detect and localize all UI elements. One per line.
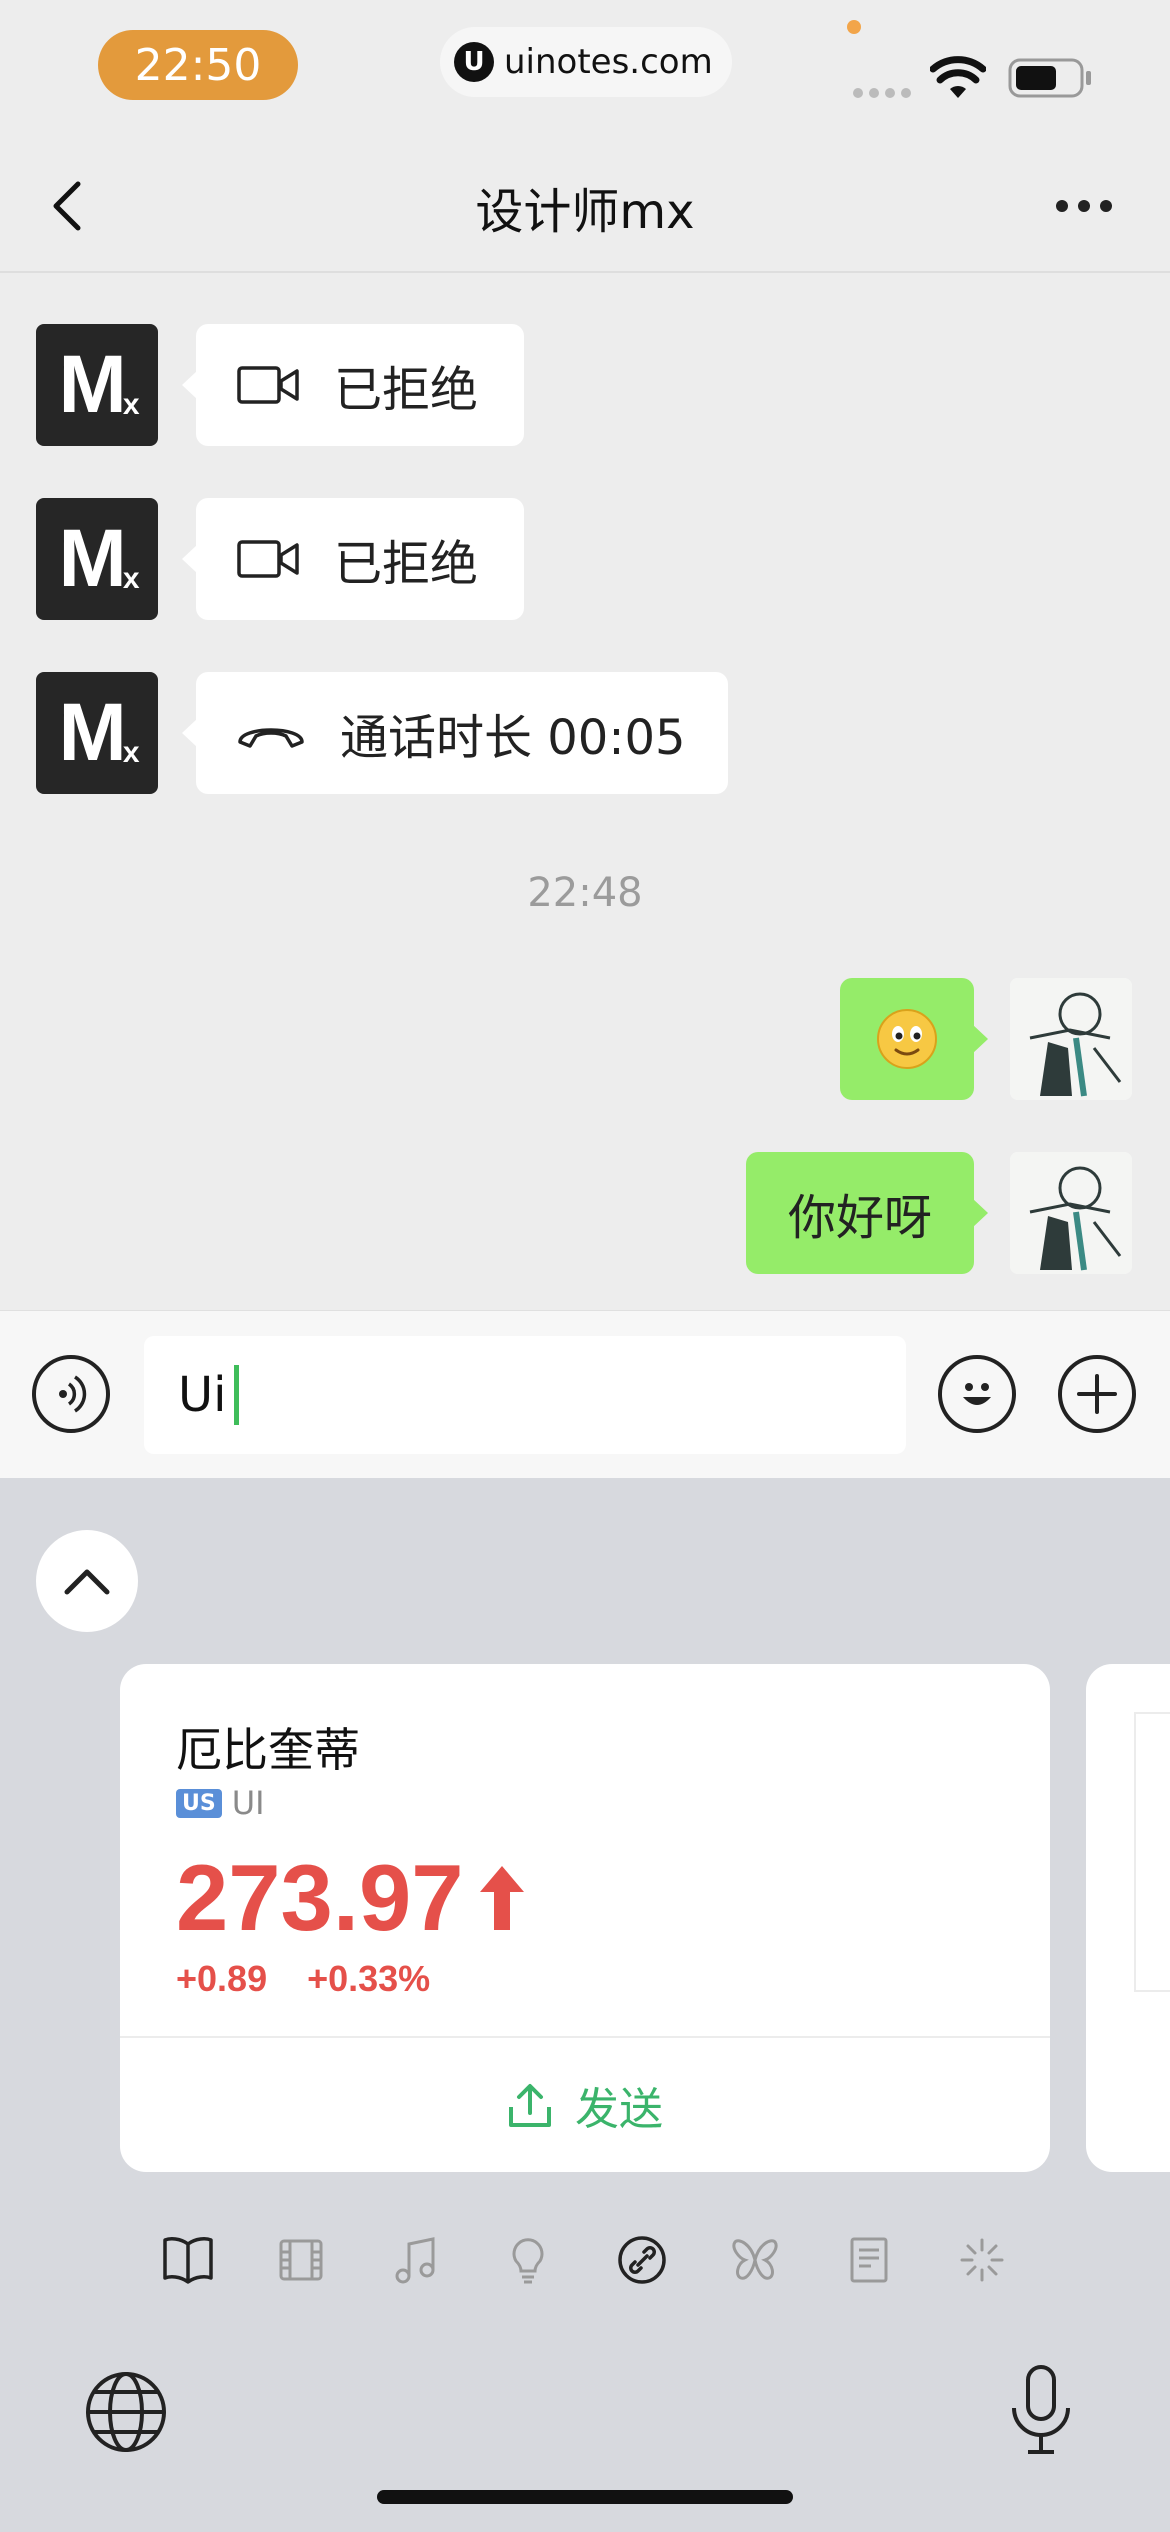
next-card-content [1134, 1712, 1170, 1992]
avatar[interactable]: Mx [36, 324, 158, 446]
stock-change-row: +0.89 +0.33% [176, 1958, 430, 2000]
url-pill[interactable]: U uinotes.com [440, 27, 732, 97]
link-icon [617, 2236, 666, 2284]
phone-hangup-icon [238, 728, 304, 748]
tab-butterfly[interactable] [727, 2232, 783, 2288]
avatar[interactable] [1010, 1152, 1132, 1274]
voice-wave-icon [59, 1375, 87, 1413]
signal-dots-icon [852, 84, 914, 103]
message-input[interactable]: Ui [144, 1336, 906, 1454]
message-bubble[interactable]: 已拒绝 [182, 498, 524, 620]
category-tab-bar [160, 2232, 1010, 2288]
tab-more[interactable] [954, 2232, 1010, 2288]
stock-ticker: UI [231, 1784, 265, 1822]
stock-price: 273.97 [176, 1845, 464, 1950]
stock-card[interactable]: 厄比奎蒂 US UI 273.97 +0.89 +0.33% 发送 [120, 1664, 1050, 2172]
more-functions-button[interactable] [1058, 1355, 1136, 1433]
text-caret [234, 1365, 240, 1425]
video-camera-icon [237, 540, 299, 578]
tab-document[interactable] [841, 2232, 897, 2288]
tab-link[interactable] [614, 2232, 670, 2288]
more-button[interactable] [1054, 196, 1114, 216]
video-camera-icon [237, 366, 299, 404]
smile-emoji-icon [877, 1009, 937, 1069]
globe-key[interactable] [84, 2370, 168, 2454]
market-badge: US [176, 1788, 222, 1818]
avatar[interactable]: Mx [36, 672, 158, 794]
microphone-icon [1012, 2365, 1070, 2454]
plus-icon [1077, 1374, 1117, 1414]
avatar[interactable] [1010, 978, 1132, 1100]
site-logo-icon: U [454, 42, 494, 82]
home-indicator [377, 2490, 793, 2504]
more-dots-icon [1056, 200, 1112, 212]
wifi-icon [929, 56, 987, 104]
document-icon [850, 2237, 888, 2283]
user-avatar-icon [1010, 978, 1132, 1100]
message-input-value: Ui [178, 1367, 227, 1423]
tab-film[interactable] [273, 2232, 329, 2288]
lightbulb-icon [512, 2238, 544, 2284]
dictation-key[interactable] [1006, 2364, 1076, 2456]
message-text: 已拒绝 [334, 362, 479, 418]
arrow-up-icon [479, 1866, 524, 1930]
emoji-button[interactable] [938, 1355, 1016, 1433]
tab-book[interactable] [160, 2232, 216, 2288]
message-text: 通话时长 00:05 [340, 710, 686, 766]
message-bubble[interactable]: 你好呀 [746, 1152, 988, 1274]
globe-icon [86, 2372, 166, 2452]
spinner-icon [960, 2238, 1004, 2282]
message-text: 已拒绝 [334, 536, 479, 592]
page-title: 设计师mx [475, 184, 695, 240]
film-icon [279, 2239, 323, 2281]
send-button[interactable]: 发送 [120, 2038, 1050, 2172]
share-upload-icon [509, 2084, 551, 2127]
book-icon [163, 2237, 213, 2284]
stock-change: +0.89 [176, 1958, 268, 1999]
stock-name: 厄比奎蒂 [176, 1723, 360, 1777]
avatar[interactable]: Mx [36, 498, 158, 620]
url-text: uinotes.com [504, 42, 713, 82]
nav-divider [0, 271, 1170, 273]
music-icon [395, 2237, 435, 2284]
user-avatar-icon [1010, 1152, 1132, 1274]
collapse-button[interactable] [36, 1530, 138, 1632]
message-text: 你好呀 [787, 1190, 932, 1246]
message-bubble[interactable]: 🙂 [840, 978, 988, 1100]
chat-timestamp: 22:48 [527, 870, 643, 916]
message-bubble[interactable]: 通话时长 00:05 [182, 672, 728, 794]
battery-icon [1008, 58, 1092, 102]
privacy-indicator-dot [847, 20, 861, 34]
stock-price-row: 273.97 [176, 1844, 528, 1952]
send-label: 发送 [575, 2084, 663, 2135]
voice-input-button[interactable] [32, 1355, 110, 1433]
stock-ticker-row: US UI [176, 1784, 265, 1822]
stock-change-percent: +0.33% [307, 1958, 431, 1999]
tab-music[interactable] [387, 2232, 443, 2288]
smiley-face-icon [963, 1383, 991, 1405]
butterfly-icon [732, 2239, 778, 2280]
chevron-up-icon [64, 1569, 110, 1595]
status-time: 22:50 [98, 30, 298, 100]
message-bubble[interactable]: 已拒绝 [182, 324, 524, 446]
tab-ideas[interactable] [500, 2232, 556, 2288]
